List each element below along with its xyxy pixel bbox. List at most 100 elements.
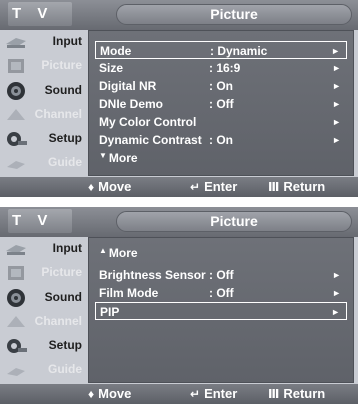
sidebar-item-input[interactable]: Input [0,237,86,261]
menu-item-dnie-demo[interactable]: DNIe Demo : Off ► [95,95,347,113]
menu-item-name: Mode [100,44,132,58]
menu-item-my-color-control[interactable]: My Color Control ► [95,113,347,131]
move-label: Move [98,386,132,401]
sidebar: Input Picture Sound Channel Setup Guide [0,30,86,176]
menu-item-value: : On [209,79,233,93]
down-triangle-icon: ▼ [99,151,107,160]
move-label: Move [98,179,132,194]
return-label: Return [283,386,326,401]
menu-item-name: Digital NR [99,79,157,93]
menu-item-digital-nr[interactable]: Digital NR : On ► [95,77,347,95]
channel-icon [7,108,25,120]
return-icon: Ⅲ [268,180,280,194]
sidebar: Input Picture Sound Channel Setup Guide [0,237,86,383]
menu-item-value: : 16:9 [209,61,241,75]
picture-icon [8,59,24,74]
right-arrow-icon: ► [332,63,341,73]
more-label: More [108,151,138,165]
return-hint: Ⅲ Return [268,177,325,197]
return-icon: Ⅲ [268,387,280,401]
top-bar: T V Picture [0,0,358,30]
sidebar-item-label: Sound [44,289,82,304]
sidebar-item-label: Picture [41,58,82,73]
sidebar-item-sound[interactable]: Sound [0,286,86,310]
enter-icon: ↵ [190,387,201,401]
sidebar-item-label: Setup [48,338,82,353]
menu-item-film-mode[interactable]: Film Mode : Off ► [95,284,347,302]
menu-item-mode[interactable]: Mode : Dynamic ► [95,41,347,59]
bottom-bar: ♦ Move ↵ Enter Ⅲ Return [0,177,358,197]
menu-item-size[interactable]: Size : 16:9 ► [95,59,347,77]
right-arrow-icon: ► [331,307,340,317]
input-icon [6,38,26,48]
top-bar: T V Picture [0,207,358,237]
guide-icon [7,161,25,170]
sidebar-item-label: Channel [34,313,82,328]
tv-label: T V [8,2,72,26]
enter-hint: ↵ Enter [190,384,237,404]
menu-item-value: : Dynamic [210,44,268,58]
setup-icon [7,132,27,147]
move-hint: ♦ Move [88,384,131,404]
menu-item-name: My Color Control [99,115,197,129]
bottom-bar: ♦ Move ↵ Enter Ⅲ Return [0,384,358,404]
picture-icon [8,266,24,281]
sidebar-item-channel[interactable]: Channel [0,310,86,334]
setup-icon [7,339,27,354]
right-arrow-icon: ► [332,288,341,298]
more-down-button[interactable]: ▼ More [99,151,138,165]
sidebar-item-channel[interactable]: Channel [0,103,86,127]
menu-item-dynamic-contrast[interactable]: Dynamic Contrast : On ► [95,131,347,149]
menu-item-value: : Off [209,268,234,282]
menu-title: Picture [116,4,352,25]
right-arrow-icon: ► [332,99,341,109]
menu-item-value: : Off [209,286,234,300]
guide-icon [7,368,25,377]
sidebar-item-label: Guide [47,155,82,170]
menu-item-brightness-sensor[interactable]: Brightness Sensor : Off ► [95,266,347,284]
menu-title: Picture [116,211,352,232]
enter-label: Enter [204,386,238,401]
menu-item-name: Dynamic Contrast [99,133,202,147]
up-triangle-icon: ▲ [99,246,107,255]
sidebar-item-input[interactable]: Input [0,30,86,54]
sidebar-item-label: Setup [48,131,82,146]
sidebar-item-label: Input [52,34,82,48]
move-hint: ♦ Move [88,177,131,197]
sidebar-item-label: Sound [44,82,82,97]
enter-icon: ↵ [190,180,201,194]
menu-item-pip[interactable]: PIP ► [95,302,347,320]
menu-item-value: : Off [209,97,234,111]
menu-panel: ▲ More Brightness Sensor : Off ► Film Mod… [88,237,354,383]
channel-icon [7,315,25,327]
sidebar-item-label: Input [52,241,82,255]
osd-screen-2: T V Picture Input Picture Sound Channel … [0,207,358,404]
sidebar-item-setup[interactable]: Setup [0,127,86,151]
sidebar-item-sound[interactable]: Sound [0,79,86,103]
sidebar-item-label: Guide [47,362,82,377]
right-arrow-icon: ► [331,46,340,56]
sound-icon [7,288,25,307]
sidebar-item-setup[interactable]: Setup [0,334,86,358]
sidebar-item-picture[interactable]: Picture [0,54,86,78]
sidebar-item-guide[interactable]: Guide [0,151,86,175]
up-down-arrows-icon: ♦ [88,180,95,194]
sidebar-item-picture[interactable]: Picture [0,261,86,285]
more-up-button[interactable]: ▲ More [99,246,138,260]
tv-label: T V [8,209,72,233]
more-label: More [108,246,138,260]
sidebar-item-label: Channel [34,106,82,121]
return-hint: Ⅲ Return [268,384,325,404]
menu-item-name: DNIe Demo [99,97,164,111]
right-arrow-icon: ► [332,270,341,280]
up-down-arrows-icon: ♦ [88,387,95,401]
sidebar-item-label: Picture [41,265,82,280]
enter-hint: ↵ Enter [190,177,237,197]
enter-label: Enter [204,179,238,194]
sidebar-item-guide[interactable]: Guide [0,358,86,382]
right-arrow-icon: ► [332,81,341,91]
menu-item-name: PIP [100,305,120,319]
menu-item-name: Size [99,61,124,75]
menu-item-name: Brightness Sensor [99,268,206,282]
return-label: Return [283,179,326,194]
